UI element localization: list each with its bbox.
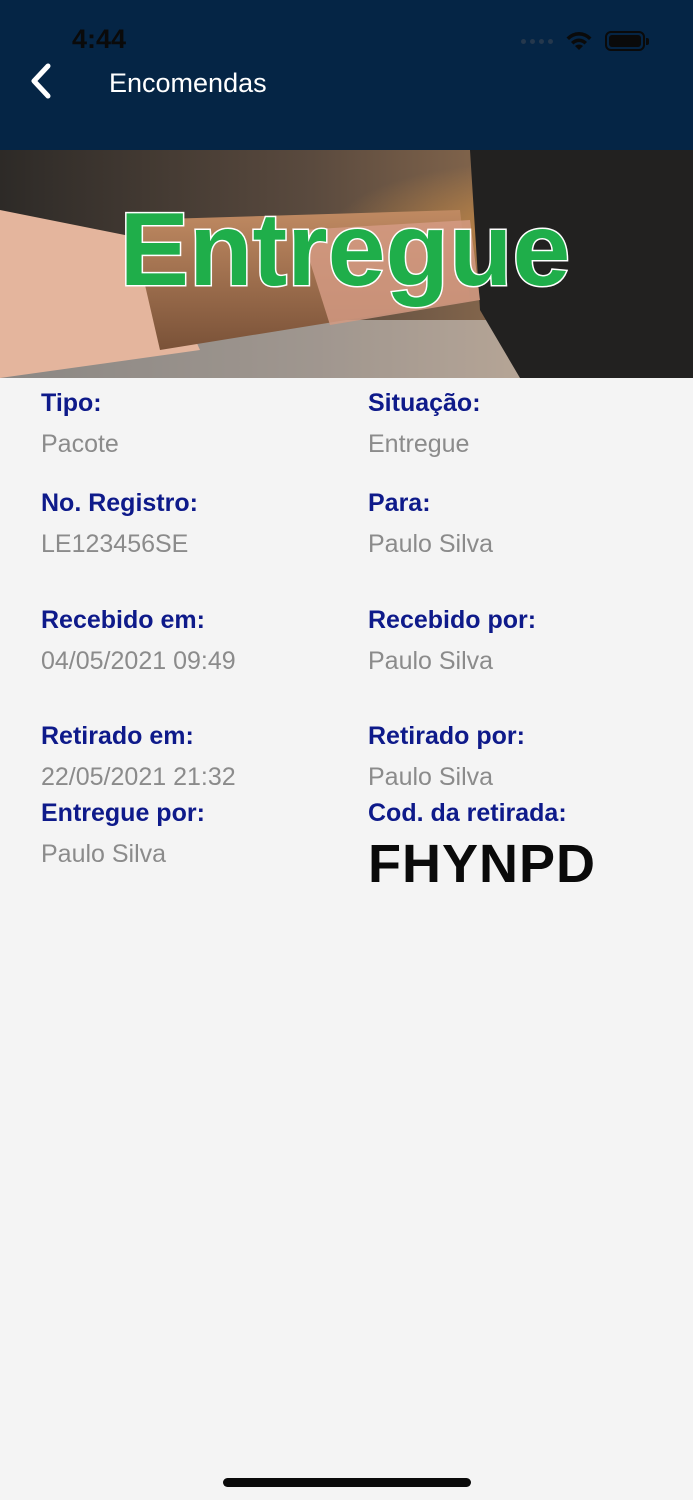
page-title: Encomendas [109,68,267,98]
field-cod-retirada: Cod. da retirada: FHYNPD [368,798,668,894]
value-situacao: Entregue [368,430,470,458]
home-indicator[interactable] [223,1478,471,1487]
value-retirado-em: 22/05/2021 21:32 [41,763,236,791]
value-entregue-por: Paulo Silva [41,840,167,868]
field-retirado-em: Retirado em: 22/05/2021 21:32 [41,721,341,792]
banner-text: Entregue [120,192,571,308]
label-recebido-em: Recebido em: [41,606,205,634]
label-tipo: Tipo: [41,389,102,417]
pickup-code: FHYNPD [368,834,597,894]
field-recebido-em: Recebido em: 04/05/2021 09:49 [41,605,341,676]
delivery-photo: Entregue [0,150,693,378]
field-para: Para: Paulo Silva [368,488,668,559]
label-entregue-por: Entregue por: [41,799,205,827]
value-recebido-em: 04/05/2021 09:49 [41,647,236,675]
field-retirado-por: Retirado por: Paulo Silva [368,721,668,792]
delivered-banner: Entregue [0,150,693,378]
value-recebido-por: Paulo Silva [368,647,494,675]
value-para: Paulo Silva [368,530,494,558]
navigation-header: 4:44 Encomendas [0,0,693,150]
label-situacao: Situação: [368,389,481,417]
label-cod-retirada: Cod. da retirada: [368,799,567,827]
cellular-signal-icon [521,38,553,44]
wifi-icon [566,32,592,50]
label-retirado-em: Retirado em: [41,722,194,750]
back-button[interactable] [22,60,66,104]
field-tipo: Tipo: Pacote [41,388,341,459]
field-entregue-por: Entregue por: Paulo Silva [41,798,341,869]
value-registro: LE123456SE [41,530,189,558]
status-icons [521,30,649,52]
field-situacao: Situação: Entregue [368,388,668,459]
label-registro: No. Registro: [41,489,198,517]
field-registro: No. Registro: LE123456SE [41,488,341,559]
value-retirado-por: Paulo Silva [368,763,494,791]
battery-icon [605,31,649,51]
status-time: 4:44 [72,24,127,54]
label-recebido-por: Recebido por: [368,606,537,634]
value-tipo: Pacote [41,430,119,458]
chevron-left-icon [31,63,51,99]
label-retirado-por: Retirado por: [368,722,525,750]
label-para: Para: [368,489,431,517]
field-recebido-por: Recebido por: Paulo Silva [368,605,668,676]
